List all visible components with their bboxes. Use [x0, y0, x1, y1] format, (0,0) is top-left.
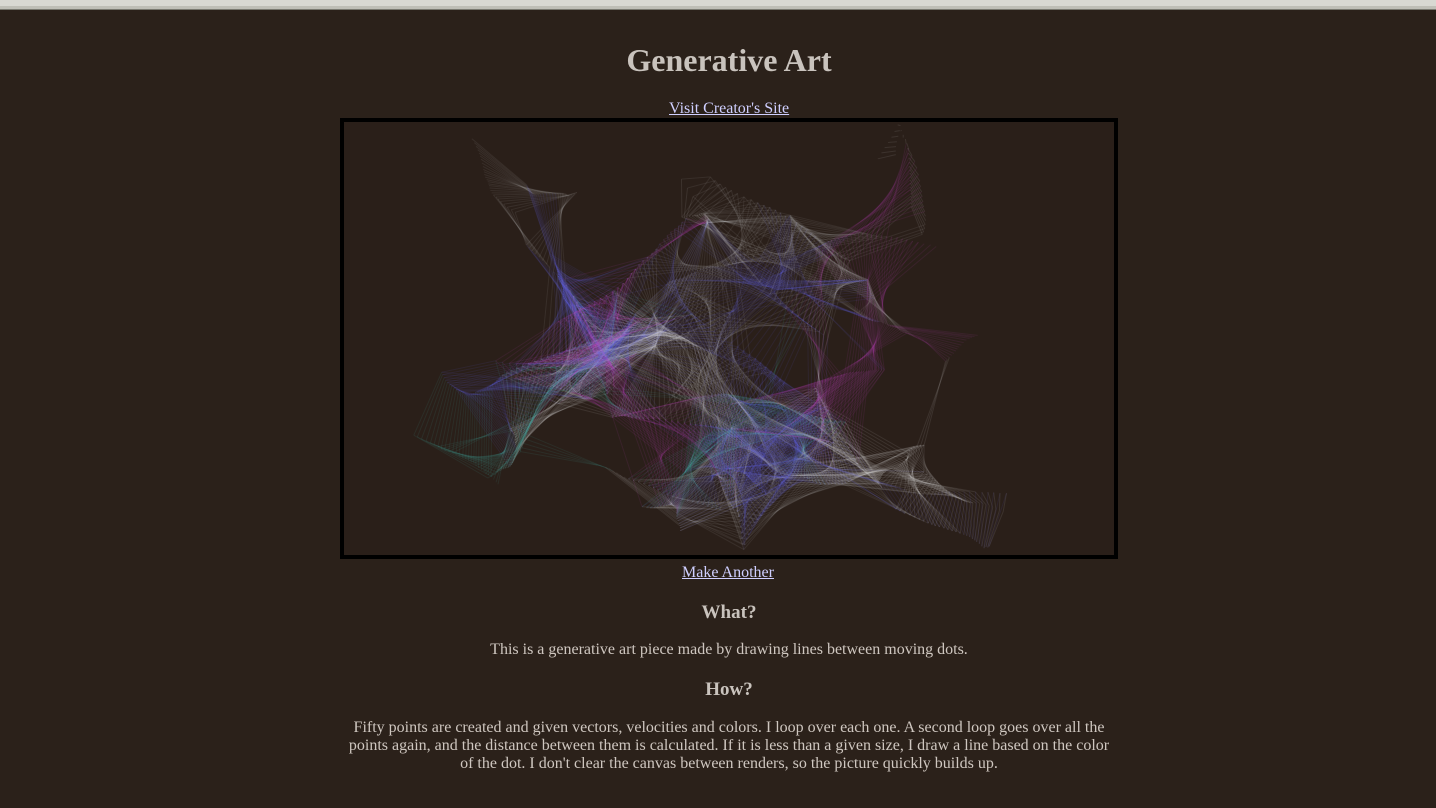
art-canvas — [340, 118, 1118, 559]
how-heading: How? — [705, 679, 753, 700]
page-title: Generative Art — [626, 42, 832, 78]
what-description: This is a generative art piece made by d… — [490, 641, 968, 658]
browser-top-edge — [0, 0, 1436, 12]
browser-top-edge-shadow — [0, 9, 1436, 10]
how-description: Fifty points are created and given vecto… — [348, 719, 1110, 772]
art-canvas-drawing — [413, 124, 1007, 550]
make-another-link[interactable]: Make Another — [682, 564, 774, 582]
art-lines — [413, 124, 1007, 550]
visit-creator-site-link[interactable]: Visit Creator's Site — [669, 100, 789, 118]
what-heading: What? — [701, 602, 757, 623]
